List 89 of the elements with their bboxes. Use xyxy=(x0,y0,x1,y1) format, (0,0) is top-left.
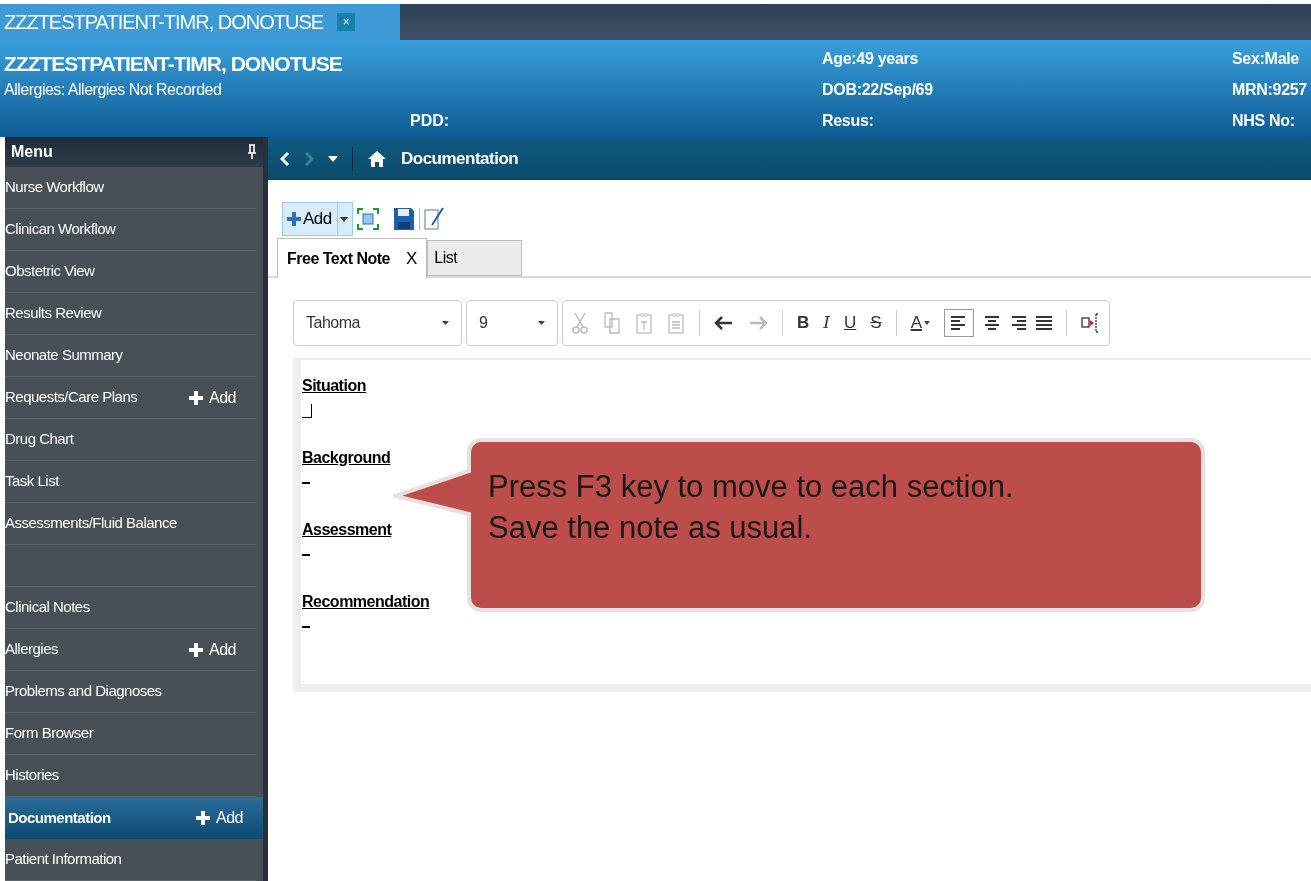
note-tab[interactable]: Free Text Note X xyxy=(277,238,428,278)
add-link[interactable]: Add xyxy=(189,637,236,662)
save-icon[interactable] xyxy=(392,207,415,231)
note-tab[interactable]: List xyxy=(427,240,523,276)
menu-item-label: Neonate Summary xyxy=(5,345,123,366)
caret-icon xyxy=(442,321,449,325)
menu-item[interactable]: Clinican Workflow xyxy=(5,209,256,251)
pdd-label: PDD: xyxy=(410,111,450,131)
align-right-icon[interactable] xyxy=(1009,316,1026,330)
underline-button[interactable]: U xyxy=(844,310,857,336)
close-button[interactable]: × xyxy=(337,13,356,31)
frame-select-icon[interactable] xyxy=(356,208,379,230)
menu-item-label: Nurse Workflow xyxy=(5,177,104,198)
back-icon[interactable] xyxy=(280,150,290,167)
align-center-icon[interactable] xyxy=(983,316,1000,330)
section-heading: Situation xyxy=(302,376,366,396)
patient-detail: Resus: xyxy=(822,111,875,131)
pin-icon[interactable] xyxy=(247,144,257,160)
menu-item[interactable]: Neonate Summary xyxy=(5,335,256,377)
section-heading: Recommendation xyxy=(302,592,430,612)
plus-icon xyxy=(189,390,204,405)
dropdown-caret-icon[interactable] xyxy=(328,155,338,162)
undo-icon[interactable] xyxy=(714,315,734,331)
menu-item[interactable]: Form Browser xyxy=(5,713,256,755)
menu-item-label: Clinican Workflow xyxy=(5,219,116,240)
caret-icon xyxy=(923,321,930,325)
align-left-icon[interactable] xyxy=(943,309,974,337)
page-title: Documentation xyxy=(401,147,519,170)
plus-icon xyxy=(189,642,204,657)
menu-item-label: Results Review xyxy=(5,303,102,324)
menu-item-label: Problems and Diagnoses xyxy=(5,681,162,702)
strikethrough-button[interactable]: S xyxy=(870,310,882,336)
text-cursor xyxy=(302,404,312,418)
menu-item[interactable]: Task List xyxy=(5,461,256,503)
add-link[interactable]: Add xyxy=(196,806,243,830)
add-link[interactable]: Add xyxy=(189,385,236,410)
caret-icon xyxy=(538,321,545,325)
plus-icon xyxy=(196,811,211,825)
patient-detail: NHS No: xyxy=(1232,111,1296,131)
empty-line-mark xyxy=(302,554,310,556)
menu-item[interactable]: Assessments/Fluid Balance xyxy=(5,503,256,545)
menu-item[interactable]: Allergies Add xyxy=(5,629,256,671)
menu-item[interactable]: Results Review xyxy=(5,293,256,335)
menu-item[interactable]: Patient Information xyxy=(5,839,256,881)
patient-detail: DOB:22/Sep/69 xyxy=(822,80,933,100)
menu-item-label: Form Browser xyxy=(5,723,94,744)
font-size-dropdown[interactable]: 9 xyxy=(466,300,558,346)
callout-text: Press F3 key to move to each section. Save the note as usual. xyxy=(488,468,1014,547)
add-button[interactable]: Add xyxy=(282,202,353,236)
patient-tab[interactable]: ZZZTESTPATIENT-TIMR, DONOTUSE × xyxy=(0,4,400,40)
menu-item[interactable]: Nurse Workflow xyxy=(5,167,256,209)
font-dropdown[interactable]: Tahoma xyxy=(293,300,462,346)
menu-item[interactable]: Obstetric View xyxy=(5,251,256,293)
allergies-text: Allergies: Allergies Not Recorded xyxy=(4,80,222,100)
menu-item[interactable]: Clinical Notes xyxy=(5,587,256,629)
edit-note-icon[interactable] xyxy=(423,207,444,231)
caret-icon xyxy=(339,216,348,222)
menu-item[interactable]: Documentation Add xyxy=(5,797,263,839)
menu-item[interactable]: Requests/Care Plans Add xyxy=(5,377,256,419)
menu-item-label: Patient Information xyxy=(5,849,122,870)
justify-icon[interactable] xyxy=(1035,316,1052,330)
menu-item-label: Documentation xyxy=(8,807,111,828)
empty-line-mark xyxy=(302,626,310,628)
menu-item-label: Requests/Care Plans xyxy=(5,387,138,408)
plus-icon xyxy=(287,212,301,226)
italic-button[interactable]: I xyxy=(823,310,830,336)
menu-item-label: Clinical Notes xyxy=(5,597,90,618)
patient-name: ZZZTESTPATIENT-TIMR, DONOTUSE xyxy=(4,51,342,77)
empty-line-mark xyxy=(302,482,310,484)
font-color-button[interactable]: A xyxy=(910,310,930,336)
bold-button[interactable]: B xyxy=(797,310,810,336)
patient-detail: Age:49 years xyxy=(822,49,920,69)
menu-item-label: Task List xyxy=(5,471,59,492)
home-icon[interactable] xyxy=(367,149,387,168)
section-heading: Background xyxy=(302,448,391,468)
patient-detail: MRN:9257 xyxy=(1232,80,1307,100)
close-tab-button[interactable]: X xyxy=(405,245,418,272)
menu-item[interactable]: Drug Chart xyxy=(5,419,256,461)
menu-item[interactable]: Problems and Diagnoses xyxy=(5,671,256,713)
menu-item-label: Drug Chart xyxy=(5,429,74,450)
menu-item-label: Histories xyxy=(5,765,59,786)
insert-field-icon[interactable] xyxy=(1080,312,1101,334)
menu-item-label: Obstetric View xyxy=(5,261,95,282)
patient-tab-title: ZZZTESTPATIENT-TIMR, DONOTUSE xyxy=(4,10,324,35)
section-heading: Assessment xyxy=(302,520,392,540)
menu-title: Menu xyxy=(11,142,53,162)
menu-item-label: Assessments/Fluid Balance xyxy=(5,513,177,534)
menu-item-label: Allergies xyxy=(5,639,59,660)
patient-detail: Sex:Male xyxy=(1232,49,1300,69)
